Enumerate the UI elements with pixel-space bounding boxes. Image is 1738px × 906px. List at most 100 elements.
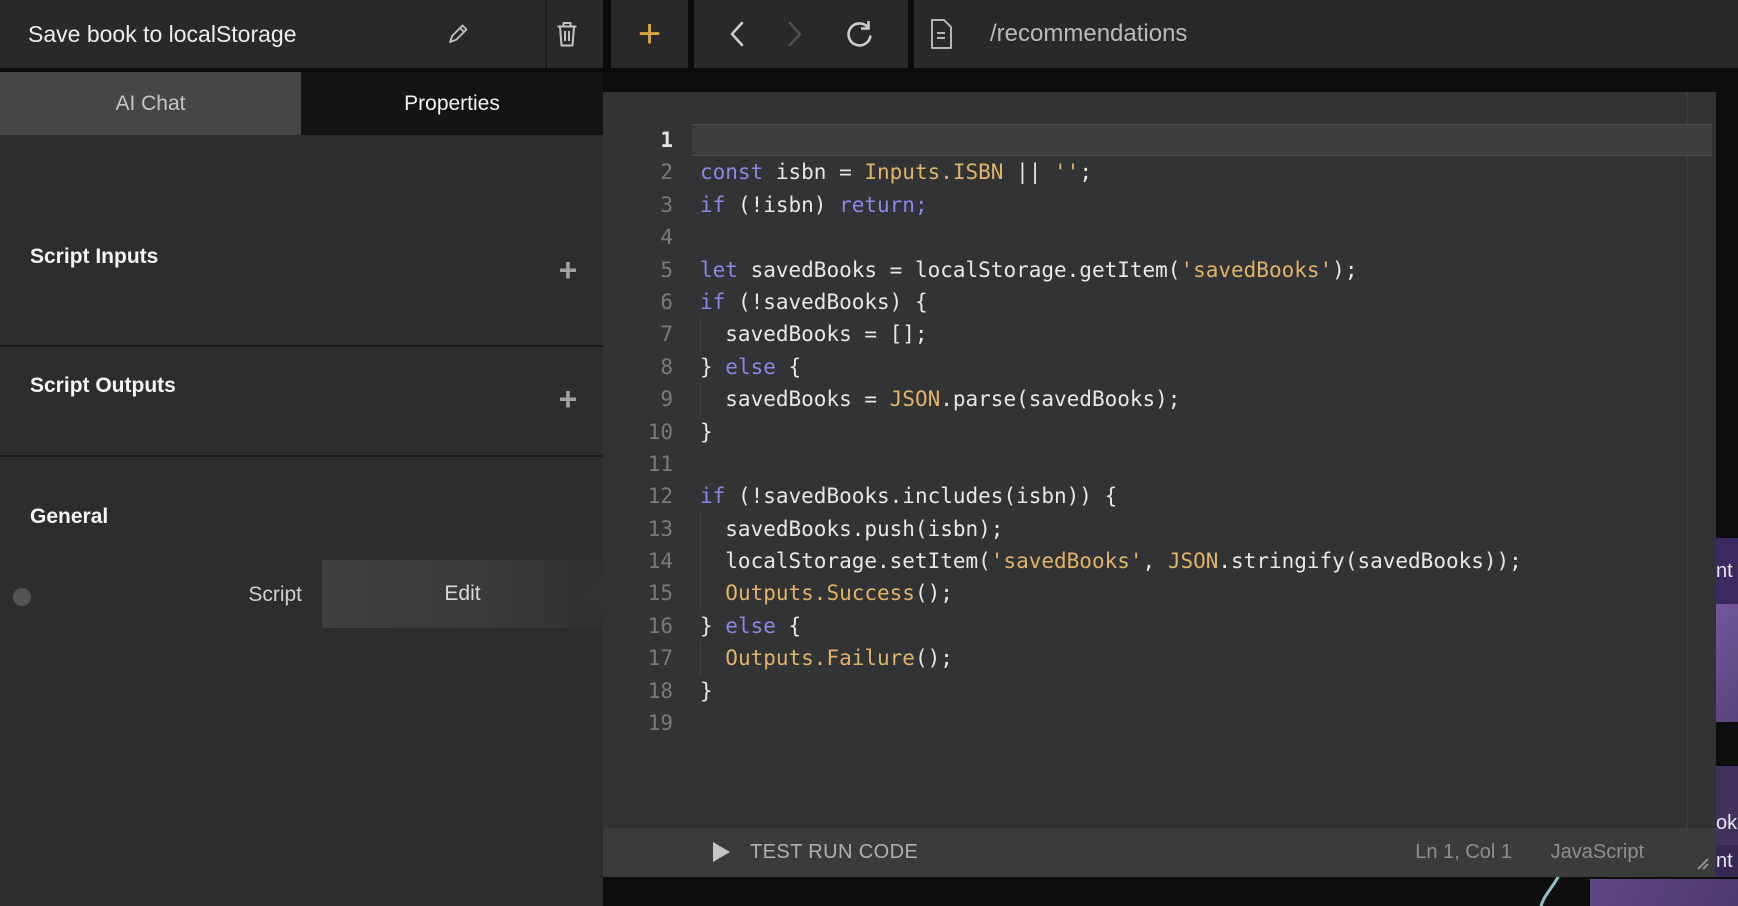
section-script-outputs: Script Outputs xyxy=(30,374,176,398)
line-number: 2 xyxy=(603,156,673,188)
line-number: 7 xyxy=(603,318,673,350)
line-number: 15 xyxy=(603,577,673,609)
script-property-label: Script xyxy=(150,583,302,607)
line-number: 1 xyxy=(603,124,673,156)
node-fragment[interactable] xyxy=(1590,879,1738,906)
code-token: if xyxy=(700,290,725,314)
line-number: 16 xyxy=(603,610,673,642)
code-line: } else { xyxy=(692,610,1712,642)
popup-pointer xyxy=(582,575,603,613)
code-line xyxy=(692,221,1712,253)
indent-guide xyxy=(700,545,701,577)
trash-icon xyxy=(555,20,579,48)
code-token: { xyxy=(776,614,801,638)
language-label: JavaScript xyxy=(1551,828,1644,877)
code-token: } xyxy=(700,420,713,444)
edit-script-button-label: Edit xyxy=(444,582,480,606)
code-token: savedBooks = []; xyxy=(700,322,928,346)
code-token: (); xyxy=(915,646,953,670)
code-token: return; xyxy=(839,193,928,217)
code-line: savedBooks = []; xyxy=(692,318,1712,350)
section-general: General xyxy=(30,505,108,529)
play-icon xyxy=(713,842,730,862)
tab-ai-chat[interactable]: AI Chat xyxy=(0,72,301,135)
code-editor-popup: 12345678910111213141516171819 const isbn… xyxy=(603,92,1716,877)
back-button[interactable] xyxy=(728,20,746,48)
code-token: JSON xyxy=(890,387,941,411)
indent-guide xyxy=(700,577,701,609)
line-number: 13 xyxy=(603,513,673,545)
code-token: (!savedBooks.includes(isbn)) { xyxy=(725,484,1117,508)
line-number: 6 xyxy=(603,286,673,318)
code-token: { xyxy=(776,355,801,379)
code-token: savedBooks.push(isbn); xyxy=(700,517,1003,541)
code-token: Outputs.Success xyxy=(725,581,915,605)
page-icon xyxy=(928,18,954,50)
route-path: /recommendations xyxy=(990,20,1187,48)
add-script-input-button[interactable]: + xyxy=(553,255,583,285)
code-token: , xyxy=(1143,549,1168,573)
code-line: Outputs.Failure(); xyxy=(692,642,1712,674)
forward-button[interactable] xyxy=(786,20,804,48)
code-token: savedBooks = xyxy=(700,387,890,411)
code-line: if (!savedBooks) { xyxy=(692,286,1712,318)
resize-handle[interactable] xyxy=(1690,851,1710,871)
code-token: 'savedBooks' xyxy=(1180,258,1332,282)
rename-button[interactable] xyxy=(443,0,473,68)
line-number: 11 xyxy=(603,448,673,480)
code-token xyxy=(700,581,725,605)
code-line xyxy=(692,124,1712,156)
code-line: localStorage.setItem('savedBooks', JSON.… xyxy=(692,545,1712,577)
code-line: Outputs.Success(); xyxy=(692,577,1712,609)
refresh-button[interactable] xyxy=(844,18,874,50)
code-line: savedBooks = JSON.parse(savedBooks); xyxy=(692,383,1712,415)
code-token: Outputs.Failure xyxy=(725,646,915,670)
line-number: 19 xyxy=(603,707,673,739)
code-token: if xyxy=(700,193,725,217)
code-line: if (!savedBooks.includes(isbn)) { xyxy=(692,480,1712,512)
tab-label: AI Chat xyxy=(115,92,185,116)
line-number: 14 xyxy=(603,545,673,577)
code-token: Inputs.ISBN xyxy=(864,160,1003,184)
indent-guide xyxy=(700,513,701,545)
code-line: } else { xyxy=(692,351,1712,383)
indent-guide xyxy=(700,642,701,674)
tab-properties[interactable]: Properties xyxy=(301,72,603,135)
script-port-dot xyxy=(13,588,31,606)
line-number: 9 xyxy=(603,383,673,415)
delete-node-button[interactable] xyxy=(552,0,582,68)
line-number: 3 xyxy=(603,189,673,221)
code-token: 'savedBooks' xyxy=(991,549,1143,573)
node-fragment-label: ok xyxy=(1716,812,1737,835)
code-token: } xyxy=(700,679,713,703)
code-line: const isbn = Inputs.ISBN || ''; xyxy=(692,156,1712,188)
code-token: (!isbn) xyxy=(725,193,839,217)
add-script-output-button[interactable]: + xyxy=(553,384,583,414)
code-token: .stringify(savedBooks)); xyxy=(1218,549,1521,573)
code-token: } xyxy=(700,614,725,638)
line-number: 17 xyxy=(603,642,673,674)
code-token: } xyxy=(700,355,725,379)
indent-guide xyxy=(700,318,701,350)
node-title: Save book to localStorage xyxy=(28,0,297,68)
edit-script-button[interactable]: Edit xyxy=(322,560,603,628)
route-selector[interactable]: /recommendations xyxy=(914,0,1738,68)
test-run-code-button[interactable]: TEST RUN CODE xyxy=(750,828,918,877)
code-token: .parse(savedBooks); xyxy=(940,387,1180,411)
code-lines[interactable]: const isbn = Inputs.ISBN || ''; if (!isbn… xyxy=(692,124,1712,739)
add-node-button[interactable]: + xyxy=(611,0,688,68)
code-token: || xyxy=(1003,160,1054,184)
line-number: 8 xyxy=(603,351,673,383)
pencil-icon xyxy=(446,22,470,46)
code-token: '' xyxy=(1054,160,1079,184)
code-token: (!savedBooks) { xyxy=(725,290,927,314)
node-fragment-label: nt xyxy=(1716,850,1733,873)
top-bar: Save book to localStorage + xyxy=(0,0,1738,72)
code-token: savedBooks = localStorage.getItem( xyxy=(738,258,1181,282)
code-token: (); xyxy=(915,581,953,605)
code-token: const xyxy=(700,160,763,184)
code-token: ; xyxy=(1079,160,1092,184)
indent-guide xyxy=(700,383,701,415)
line-numbers: 12345678910111213141516171819 xyxy=(603,124,673,739)
tab-label: Properties xyxy=(404,92,500,116)
